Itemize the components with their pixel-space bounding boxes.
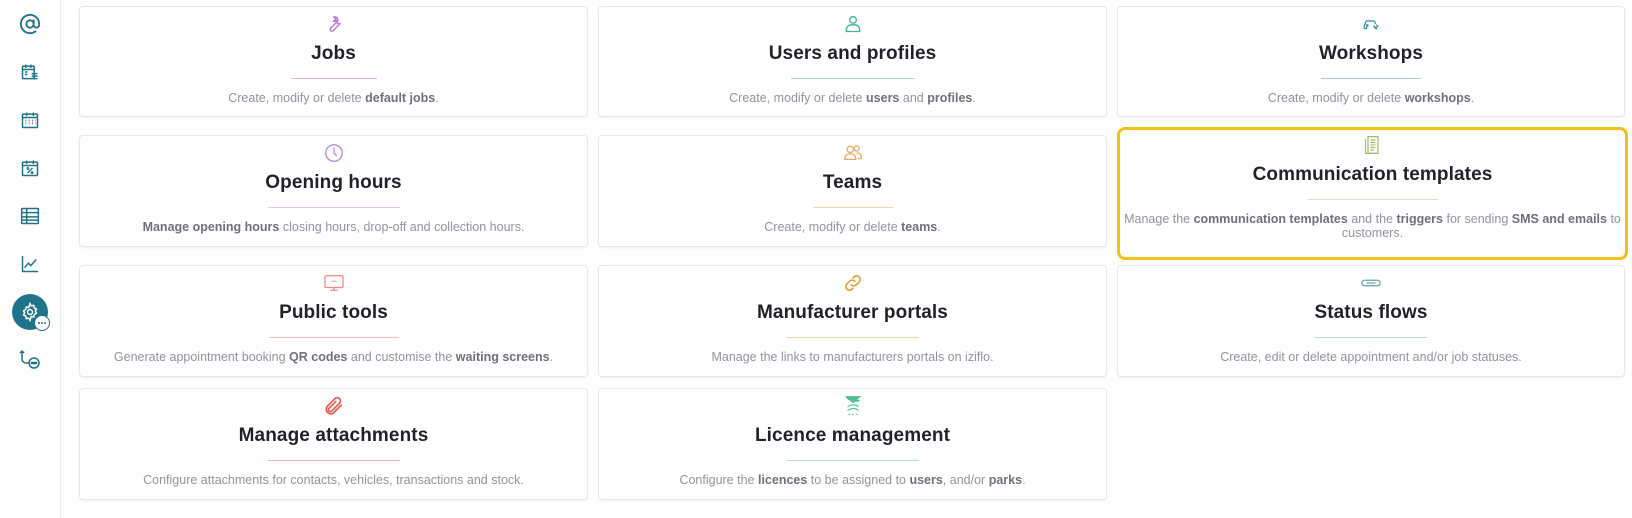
nav-settings[interactable] <box>10 292 50 332</box>
title-underline <box>267 207 400 208</box>
card-title: Opening hours <box>265 172 402 193</box>
description-emphasis: parks <box>988 473 1023 487</box>
description-emphasis: triggers <box>1396 212 1443 226</box>
licence-icon <box>842 395 864 417</box>
card-description: Manage the links to manufacturers portal… <box>711 350 994 364</box>
title-underline <box>1307 199 1438 200</box>
sidebar <box>0 0 61 518</box>
card-description: Create, modify or delete teams. <box>764 220 941 234</box>
status-pill-icon <box>1360 272 1382 294</box>
nav-offers[interactable] <box>10 148 50 188</box>
title-underline <box>267 460 400 461</box>
card-manage-attachments[interactable]: Manage attachments Configure attachments… <box>79 388 588 500</box>
card-title: Jobs <box>311 43 356 64</box>
card-title: Users and profiles <box>768 43 937 64</box>
card-description: Configure attachments for contacts, vehi… <box>143 473 524 487</box>
card-description: Create, modify or delete workshops. <box>1267 91 1475 105</box>
title-underline <box>786 337 919 338</box>
user-icon <box>842 13 864 35</box>
title-underline <box>268 337 399 338</box>
card-description: Create, modify or delete users and profi… <box>729 91 976 105</box>
card-description: Create, edit or delete appointment and/o… <box>1220 350 1522 364</box>
title-underline <box>290 78 377 79</box>
document-template-icon <box>1362 134 1384 156</box>
line-chart-icon <box>21 255 39 273</box>
calendar-list-icon <box>21 64 38 80</box>
description-emphasis: QR codes <box>289 350 348 364</box>
nav-statistics[interactable] <box>10 244 50 284</box>
monitor-icon <box>323 272 345 294</box>
description-emphasis: users <box>909 473 943 487</box>
description-emphasis: default jobs <box>365 91 436 105</box>
card-communication-templates[interactable]: Communication templates Manage the commu… <box>1117 127 1628 260</box>
description-emphasis: users <box>866 91 900 105</box>
description-emphasis: waiting screens <box>455 350 550 364</box>
card-description: Manage opening hours closing hours, drop… <box>142 220 525 234</box>
description-emphasis: Manage opening hours <box>142 220 280 234</box>
card-users-profiles[interactable]: Users and profiles Create, modify or del… <box>598 6 1107 117</box>
card-teams[interactable]: Teams Create, modify or delete teams. <box>598 135 1107 247</box>
card-title: Status flows <box>1314 302 1428 323</box>
description-emphasis: communication templates <box>1193 212 1348 226</box>
nav-table[interactable] <box>10 196 50 236</box>
paperclip-icon <box>323 395 345 417</box>
nav-planning[interactable] <box>10 52 50 92</box>
card-public-tools[interactable]: Public tools Generate appointment bookin… <box>79 265 588 377</box>
card-description: Configure the licences to be assigned to… <box>679 473 1026 487</box>
card-jobs[interactable]: Jobs Create, modify or delete default jo… <box>79 6 588 117</box>
title-underline <box>790 78 915 79</box>
more-dots-icon <box>34 315 50 331</box>
card-title: Licence management <box>754 425 951 446</box>
table-icon <box>20 207 40 225</box>
card-title: Workshops <box>1318 43 1423 64</box>
link-icon <box>842 272 864 294</box>
card-status-flows[interactable]: Status flows Create, edit or delete appo… <box>1117 265 1625 377</box>
title-underline <box>1321 78 1421 79</box>
card-manufacturer-portals[interactable]: Manufacturer portals Manage the links to… <box>598 265 1107 377</box>
card-opening-hours[interactable]: Opening hours Manage opening hours closi… <box>79 135 588 247</box>
at-sign-icon <box>19 13 41 35</box>
card-title: Teams <box>822 172 883 193</box>
card-licence-management[interactable]: Licence management Configure the licence… <box>598 388 1107 500</box>
clock-icon <box>323 142 345 164</box>
title-underline <box>786 460 919 461</box>
card-title: Manufacturer portals <box>757 302 948 323</box>
card-workshops[interactable]: Workshops Create, modify or delete works… <box>1117 6 1625 117</box>
description-emphasis: workshops <box>1404 91 1471 105</box>
calendar-grid-icon <box>21 112 39 129</box>
description-emphasis: profiles <box>927 91 973 105</box>
nav-settings-active-bg <box>12 294 50 331</box>
card-description: Generate appointment booking QR codes an… <box>113 350 554 364</box>
card-description: Manage the communication templates and t… <box>1124 212 1621 240</box>
card-title: Public tools <box>279 302 388 323</box>
title-underline <box>812 207 893 208</box>
card-description: Create, modify or delete default jobs. <box>228 91 439 105</box>
card-title: Manage attachments <box>238 425 429 446</box>
nav-calendar[interactable] <box>10 100 50 140</box>
wrench-icon <box>323 13 345 35</box>
flow-more-icon <box>19 349 40 369</box>
team-icon <box>842 142 864 164</box>
description-emphasis: teams <box>901 220 938 234</box>
nav-workflow[interactable] <box>10 340 50 380</box>
calendar-percent-icon <box>21 160 39 177</box>
car-repair-icon <box>1360 13 1382 35</box>
description-emphasis: licences <box>757 473 808 487</box>
card-title: Communication templates <box>1252 164 1493 185</box>
title-underline <box>1315 337 1427 338</box>
description-emphasis: SMS and emails <box>1511 212 1607 226</box>
nav-mail[interactable] <box>10 4 50 44</box>
settings-page: Jobs Create, modify or delete default jo… <box>0 0 1632 518</box>
